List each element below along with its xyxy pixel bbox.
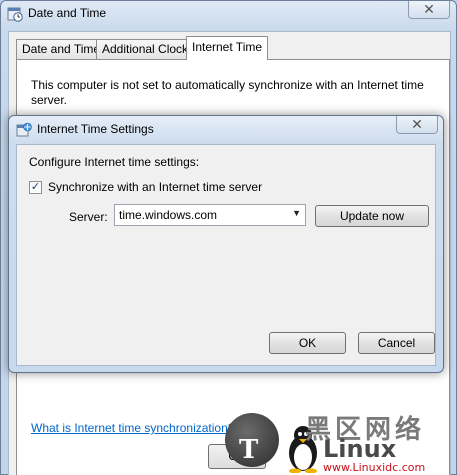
close-icon: ✕ <box>423 1 435 17</box>
window-title: Date and Time <box>28 6 107 20</box>
tab-internet-time[interactable]: Internet Time <box>186 36 269 60</box>
watermark-logo-letter: T <box>239 435 259 465</box>
title-bar[interactable]: Date and Time ✕ <box>1 1 456 27</box>
dialog-close-button[interactable]: ✕ <box>396 116 438 134</box>
server-value[interactable]: time.windows.com <box>119 208 217 222</box>
update-now-button[interactable]: Update now <box>315 205 429 227</box>
date-time-icon <box>7 6 23 22</box>
configure-label: Configure Internet time settings: <box>29 155 200 169</box>
help-link[interactable]: What is Internet time synchronization? <box>31 421 234 435</box>
tab-date-and-time[interactable]: Date and Time <box>16 39 107 59</box>
sync-checkbox[interactable]: ✓ <box>29 181 42 194</box>
dialog-cancel-button[interactable]: Cancel <box>358 332 435 354</box>
dialog-title: Internet Time Settings <box>37 122 154 136</box>
sync-label[interactable]: Synchronize with an Internet time server <box>48 180 262 194</box>
dialog-client-area: Configure Internet time settings: ✓ Sync… <box>16 144 436 366</box>
close-icon: ✕ <box>411 116 423 132</box>
watermark-logo-icon: T <box>225 413 279 467</box>
watermark-brand: Linux <box>323 435 397 463</box>
close-button[interactable]: ✕ <box>408 1 450 19</box>
internet-time-icon <box>16 122 32 138</box>
server-label: Server: <box>69 210 108 224</box>
site-watermark: T 黑区网络 Linux www.Linuxidc.com <box>225 405 457 475</box>
tab-additional-clocks[interactable]: Additional Clocks <box>96 39 201 59</box>
server-combobox[interactable]: time.windows.com ▼ <box>114 204 306 226</box>
checkmark-icon: ✓ <box>30 181 41 193</box>
sync-status-text: This computer is not set to automaticall… <box>31 78 424 107</box>
dialog-ok-button[interactable]: OK <box>269 332 346 354</box>
internet-time-settings-dialog: Internet Time Settings ✕ Configure Inter… <box>8 115 444 373</box>
chevron-down-icon[interactable]: ▼ <box>292 208 301 218</box>
watermark-url: www.Linuxidc.com <box>323 461 426 474</box>
